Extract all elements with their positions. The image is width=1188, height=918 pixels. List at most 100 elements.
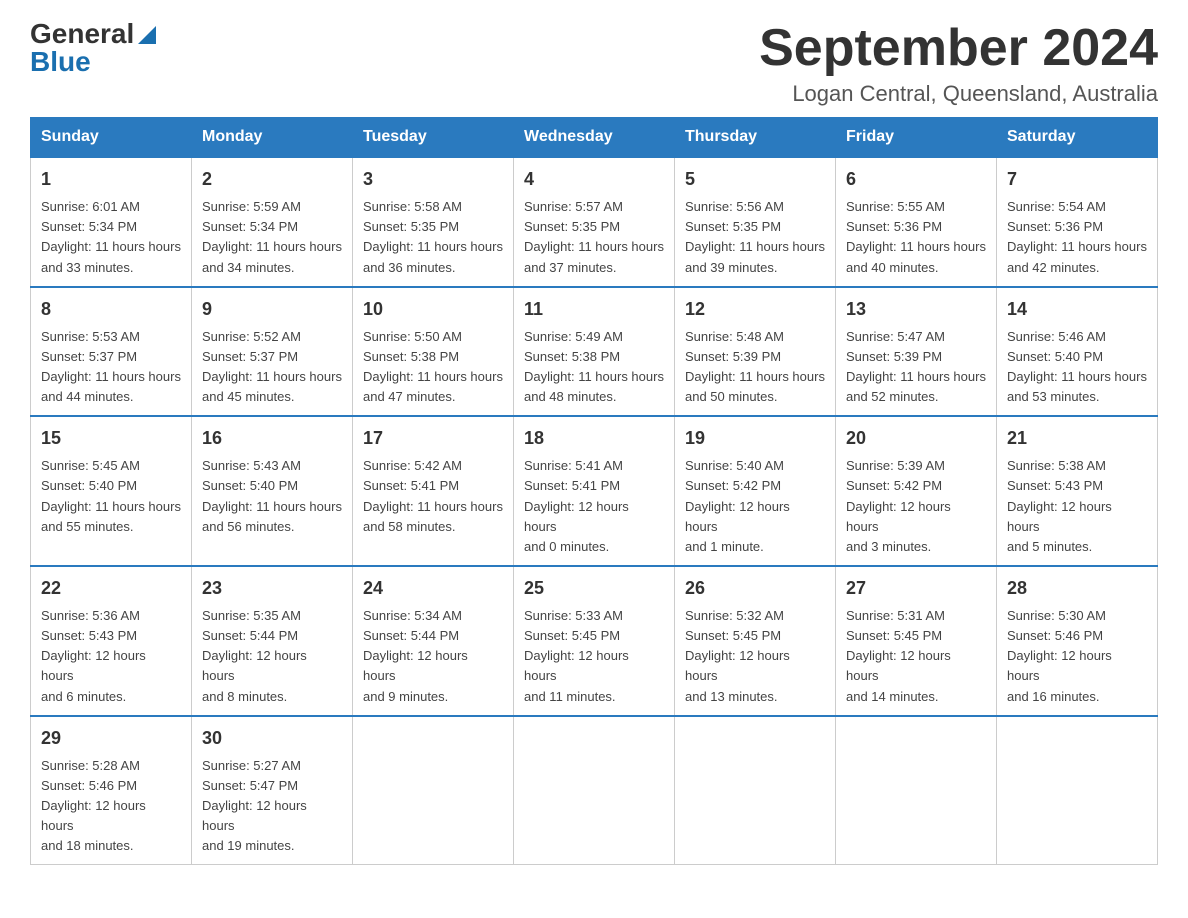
day-info: Sunrise: 5:59 AMSunset: 5:34 PMDaylight:… — [202, 197, 342, 278]
day-info: Sunrise: 5:31 AMSunset: 5:45 PMDaylight:… — [846, 606, 986, 707]
day-number: 12 — [685, 296, 825, 323]
day-number: 26 — [685, 575, 825, 602]
calendar-cell: 16 Sunrise: 5:43 AMSunset: 5:40 PMDayligh… — [192, 416, 353, 566]
day-info: Sunrise: 5:32 AMSunset: 5:45 PMDaylight:… — [685, 606, 825, 707]
day-number: 20 — [846, 425, 986, 452]
day-info: Sunrise: 5:30 AMSunset: 5:46 PMDaylight:… — [1007, 606, 1147, 707]
day-number: 7 — [1007, 166, 1147, 193]
calendar-cell — [353, 716, 514, 865]
day-info: Sunrise: 5:52 AMSunset: 5:37 PMDaylight:… — [202, 327, 342, 408]
calendar-cell: 4 Sunrise: 5:57 AMSunset: 5:35 PMDaylight… — [514, 157, 675, 287]
logo: General Blue — [30, 20, 158, 76]
day-info: Sunrise: 5:40 AMSunset: 5:42 PMDaylight:… — [685, 456, 825, 557]
calendar-cell: 25 Sunrise: 5:33 AMSunset: 5:45 PMDayligh… — [514, 566, 675, 716]
calendar-cell: 14 Sunrise: 5:46 AMSunset: 5:40 PMDayligh… — [997, 287, 1158, 417]
day-info: Sunrise: 5:54 AMSunset: 5:36 PMDaylight:… — [1007, 197, 1147, 278]
calendar-cell: 15Sunrise: 5:45 AMSunset: 5:40 PMDayligh… — [31, 416, 192, 566]
calendar-cell: 20 Sunrise: 5:39 AMSunset: 5:42 PMDayligh… — [836, 416, 997, 566]
day-number: 11 — [524, 296, 664, 323]
calendar-cell: 23 Sunrise: 5:35 AMSunset: 5:44 PMDayligh… — [192, 566, 353, 716]
day-info: Sunrise: 5:56 AMSunset: 5:35 PMDaylight:… — [685, 197, 825, 278]
day-info: Sunrise: 5:53 AMSunset: 5:37 PMDaylight:… — [41, 327, 181, 408]
week-row-4: 22 Sunrise: 5:36 AMSunset: 5:43 PMDayligh… — [31, 566, 1158, 716]
calendar-cell: 18 Sunrise: 5:41 AMSunset: 5:41 PMDayligh… — [514, 416, 675, 566]
calendar-cell: 5 Sunrise: 5:56 AMSunset: 5:35 PMDaylight… — [675, 157, 836, 287]
calendar-cell: 24Sunrise: 5:34 AMSunset: 5:44 PMDayligh… — [353, 566, 514, 716]
day-info: Sunrise: 5:33 AMSunset: 5:45 PMDaylight:… — [524, 606, 664, 707]
calendar-cell: 29Sunrise: 5:28 AMSunset: 5:46 PMDayligh… — [31, 716, 192, 865]
title-area: September 2024 Logan Central, Queensland… — [759, 20, 1158, 107]
header-saturday: Saturday — [997, 118, 1158, 158]
day-number: 25 — [524, 575, 664, 602]
calendar-cell: 7 Sunrise: 5:54 AMSunset: 5:36 PMDaylight… — [997, 157, 1158, 287]
logo-triangle-icon — [136, 24, 158, 46]
day-number: 1 — [41, 166, 181, 193]
logo-blue-text: Blue — [30, 48, 91, 76]
week-row-1: 1 Sunrise: 6:01 AMSunset: 5:34 PMDaylight… — [31, 157, 1158, 287]
calendar-cell: 8Sunrise: 5:53 AMSunset: 5:37 PMDaylight… — [31, 287, 192, 417]
day-info: Sunrise: 5:46 AMSunset: 5:40 PMDaylight:… — [1007, 327, 1147, 408]
day-number: 15 — [41, 425, 181, 452]
day-info: Sunrise: 6:01 AMSunset: 5:34 PMDaylight:… — [41, 197, 181, 278]
day-info: Sunrise: 5:49 AMSunset: 5:38 PMDaylight:… — [524, 327, 664, 408]
day-info: Sunrise: 5:57 AMSunset: 5:35 PMDaylight:… — [524, 197, 664, 278]
calendar-cell: 19 Sunrise: 5:40 AMSunset: 5:42 PMDayligh… — [675, 416, 836, 566]
calendar-cell: 30 Sunrise: 5:27 AMSunset: 5:47 PMDayligh… — [192, 716, 353, 865]
day-number: 9 — [202, 296, 342, 323]
day-number: 21 — [1007, 425, 1147, 452]
calendar-cell: 17Sunrise: 5:42 AMSunset: 5:41 PMDayligh… — [353, 416, 514, 566]
calendar-table: SundayMondayTuesdayWednesdayThursdayFrid… — [30, 117, 1158, 865]
day-number: 3 — [363, 166, 503, 193]
calendar-subtitle: Logan Central, Queensland, Australia — [759, 81, 1158, 107]
day-number: 5 — [685, 166, 825, 193]
day-info: Sunrise: 5:36 AMSunset: 5:43 PMDaylight:… — [41, 606, 181, 707]
day-info: Sunrise: 5:58 AMSunset: 5:35 PMDaylight:… — [363, 197, 503, 278]
day-number: 4 — [524, 166, 664, 193]
header-thursday: Thursday — [675, 118, 836, 158]
day-info: Sunrise: 5:35 AMSunset: 5:44 PMDaylight:… — [202, 606, 342, 707]
day-number: 13 — [846, 296, 986, 323]
day-info: Sunrise: 5:42 AMSunset: 5:41 PMDaylight:… — [363, 456, 503, 537]
calendar-cell: 21 Sunrise: 5:38 AMSunset: 5:43 PMDayligh… — [997, 416, 1158, 566]
calendar-cell: 10Sunrise: 5:50 AMSunset: 5:38 PMDayligh… — [353, 287, 514, 417]
calendar-cell: 6 Sunrise: 5:55 AMSunset: 5:36 PMDaylight… — [836, 157, 997, 287]
calendar-cell: 3 Sunrise: 5:58 AMSunset: 5:35 PMDaylight… — [353, 157, 514, 287]
day-info: Sunrise: 5:43 AMSunset: 5:40 PMDaylight:… — [202, 456, 342, 537]
day-info: Sunrise: 5:38 AMSunset: 5:43 PMDaylight:… — [1007, 456, 1147, 557]
day-number: 24 — [363, 575, 503, 602]
day-number: 16 — [202, 425, 342, 452]
day-number: 29 — [41, 725, 181, 752]
day-number: 14 — [1007, 296, 1147, 323]
calendar-cell: 27 Sunrise: 5:31 AMSunset: 5:45 PMDayligh… — [836, 566, 997, 716]
header-friday: Friday — [836, 118, 997, 158]
day-info: Sunrise: 5:47 AMSunset: 5:39 PMDaylight:… — [846, 327, 986, 408]
header-tuesday: Tuesday — [353, 118, 514, 158]
day-info: Sunrise: 5:41 AMSunset: 5:41 PMDaylight:… — [524, 456, 664, 557]
day-number: 2 — [202, 166, 342, 193]
header-wednesday: Wednesday — [514, 118, 675, 158]
day-number: 18 — [524, 425, 664, 452]
day-number: 23 — [202, 575, 342, 602]
day-number: 6 — [846, 166, 986, 193]
logo-general-text: General — [30, 20, 134, 48]
day-info: Sunrise: 5:50 AMSunset: 5:38 PMDaylight:… — [363, 327, 503, 408]
calendar-cell: 9 Sunrise: 5:52 AMSunset: 5:37 PMDaylight… — [192, 287, 353, 417]
calendar-cell: 28Sunrise: 5:30 AMSunset: 5:46 PMDayligh… — [997, 566, 1158, 716]
calendar-cell — [514, 716, 675, 865]
calendar-cell — [836, 716, 997, 865]
week-row-3: 15Sunrise: 5:45 AMSunset: 5:40 PMDayligh… — [31, 416, 1158, 566]
calendar-cell: 2 Sunrise: 5:59 AMSunset: 5:34 PMDaylight… — [192, 157, 353, 287]
day-info: Sunrise: 5:27 AMSunset: 5:47 PMDaylight:… — [202, 756, 342, 857]
calendar-cell: 22 Sunrise: 5:36 AMSunset: 5:43 PMDayligh… — [31, 566, 192, 716]
day-number: 19 — [685, 425, 825, 452]
day-info: Sunrise: 5:39 AMSunset: 5:42 PMDaylight:… — [846, 456, 986, 557]
header-row: SundayMondayTuesdayWednesdayThursdayFrid… — [31, 118, 1158, 158]
day-number: 30 — [202, 725, 342, 752]
calendar-cell: 13 Sunrise: 5:47 AMSunset: 5:39 PMDayligh… — [836, 287, 997, 417]
week-row-2: 8Sunrise: 5:53 AMSunset: 5:37 PMDaylight… — [31, 287, 1158, 417]
day-number: 27 — [846, 575, 986, 602]
day-number: 22 — [41, 575, 181, 602]
header: General Blue September 2024 Logan Centra… — [30, 20, 1158, 107]
day-info: Sunrise: 5:55 AMSunset: 5:36 PMDaylight:… — [846, 197, 986, 278]
calendar-title: September 2024 — [759, 20, 1158, 77]
